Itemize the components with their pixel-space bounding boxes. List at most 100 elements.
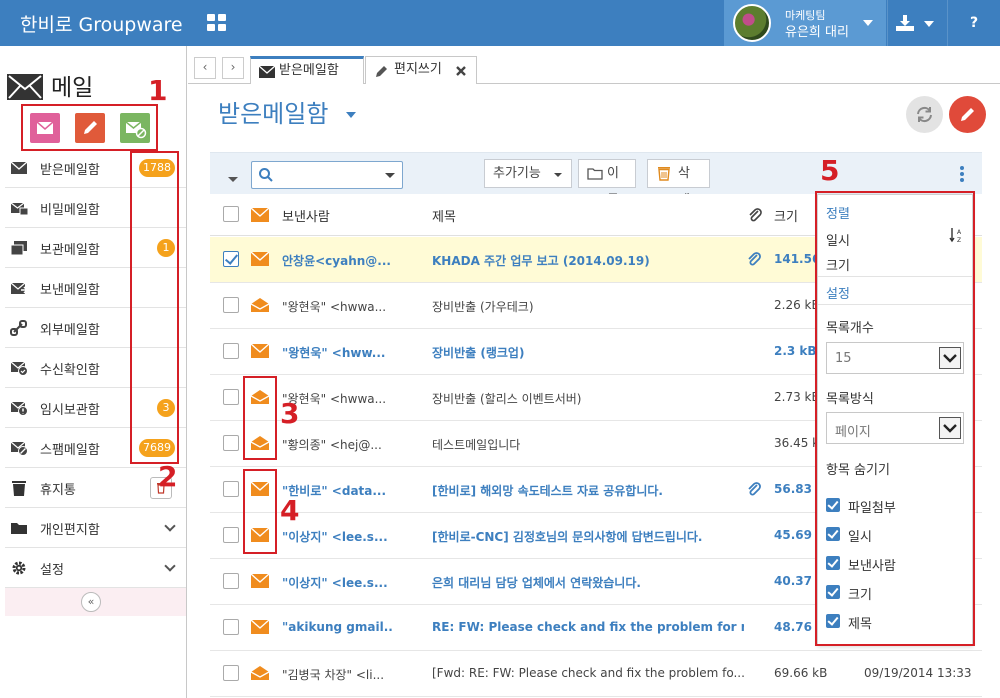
sender-cell[interactable]: "김병국 차장" <li... (282, 666, 394, 683)
table-row[interactable]: "김병국 차장" <li... [Fwd: RE: FW: Please chec… (210, 651, 982, 697)
unread-mail-icon[interactable] (251, 344, 269, 358)
size-cell: 48.76 (774, 620, 812, 634)
annotation-number-2: 2 (158, 460, 178, 493)
page-title[interactable]: 받은메일함 (218, 94, 328, 129)
sender-cell[interactable]: "왕현욱" <hwwa... (282, 298, 394, 315)
more-functions-label: 추가기능 (493, 166, 541, 181)
help-button[interactable]: ? (947, 0, 1000, 46)
select-dropdown-icon[interactable] (227, 176, 239, 184)
chevron-down-icon[interactable] (164, 560, 176, 572)
opened-mail-icon[interactable] (251, 666, 269, 680)
row-checkbox[interactable] (223, 573, 239, 589)
subject-cell[interactable]: 장비반출 (할리스 이벤트서버) (432, 390, 744, 407)
annotation-box-4 (243, 469, 277, 554)
sidebar-item-label: 휴지통 (40, 483, 76, 498)
subject-cell[interactable]: 장비반출 (가우테크) (432, 298, 744, 315)
sender-cell[interactable]: "왕현욱" <hww... (282, 344, 394, 361)
pencil-icon (376, 66, 387, 77)
subject-cell[interactable]: 은희 대리님 담당 업체에서 연락왔습니다. (432, 574, 744, 591)
spam-icon (10, 441, 28, 456)
size-cell: 141.56 (774, 252, 821, 266)
collapse-sidebar-button[interactable]: « (81, 592, 101, 612)
mail-app-icon (7, 74, 43, 100)
search-input[interactable] (251, 161, 403, 189)
tab-bar: ‹ › 받은메일함 편지쓰기 (188, 46, 1000, 85)
subject-cell[interactable]: [한비로-CNC] 김정호님의 문의사항에 답변드립니다. (432, 528, 744, 545)
tab-label: 받은메일함 (279, 63, 339, 78)
size-cell: 2.26 kB (774, 298, 820, 312)
inbox-icon (10, 161, 28, 174)
row-checkbox[interactable] (223, 343, 239, 359)
sidebar-item-label: 비밀메일함 (40, 203, 100, 218)
sidebar-item-settings[interactable]: 설정 (5, 548, 186, 588)
row-checkbox[interactable] (223, 527, 239, 543)
tab-next-button[interactable]: › (222, 57, 244, 79)
column-subject[interactable]: 제목 (432, 206, 456, 225)
annotation-number-4: 4 (280, 494, 300, 527)
tab-label: 편지쓰기 (394, 62, 442, 77)
tab-prev-button[interactable]: ‹ (194, 57, 216, 79)
close-icon[interactable] (455, 65, 467, 77)
row-checkbox[interactable] (223, 251, 239, 267)
subject-cell[interactable]: [Fwd: RE: FW: Please check and fix the p… (432, 666, 744, 680)
link-icon (10, 320, 27, 336)
attachment-icon[interactable] (746, 480, 762, 498)
sent-icon (10, 282, 28, 294)
row-checkbox[interactable] (223, 481, 239, 497)
subject-cell[interactable]: KHADA 주간 업무 보고 (2014.09.19) (432, 252, 744, 269)
more-functions-button[interactable]: 추가기능 (484, 159, 572, 188)
download-button[interactable] (887, 0, 947, 46)
row-checkbox[interactable] (223, 389, 239, 405)
app-grid-icon[interactable] (207, 14, 227, 32)
attachment-icon[interactable] (746, 250, 762, 268)
row-checkbox[interactable] (223, 297, 239, 313)
sender-cell[interactable]: "이상지" <lee.s... (282, 574, 394, 591)
column-sender[interactable]: 보낸사람 (282, 206, 330, 225)
sender-cell[interactable]: "황의종" <hej@... (282, 436, 394, 453)
delete-button[interactable]: 삭제 (647, 159, 710, 208)
chevron-down-icon[interactable] (346, 112, 356, 118)
subject-cell[interactable]: 테스트메일입니다 (432, 436, 744, 453)
refresh-icon (917, 106, 932, 123)
user-caret-icon (863, 20, 873, 26)
date-cell: 09/19/2014 13:33 (864, 666, 972, 680)
app-title-label: 메일 (51, 75, 94, 101)
subject-cell[interactable]: RE: FW: Please check and fix the problem… (432, 620, 744, 634)
opened-mail-icon[interactable] (251, 298, 269, 312)
row-checkbox[interactable] (223, 619, 239, 635)
size-cell: 45.69 (774, 528, 812, 542)
draft-icon (10, 401, 28, 416)
chevron-down-icon[interactable] (164, 520, 176, 532)
select-all-checkbox[interactable] (223, 206, 239, 222)
chevron-down-icon[interactable] (384, 172, 396, 180)
more-options-icon[interactable] (960, 166, 964, 182)
brand-title[interactable]: 한비로 Groupware (20, 10, 183, 37)
size-cell: 36.45 k (774, 436, 820, 450)
row-checkbox[interactable] (223, 435, 239, 451)
subject-cell[interactable]: [한비로] 해외망 속도테스트 자료 공유합니다. (432, 482, 744, 499)
sidebar-item-label: 외부메일함 (40, 323, 100, 338)
unread-mail-icon[interactable] (251, 574, 269, 588)
lock-mail-icon (10, 202, 28, 216)
column-size[interactable]: 크기 (774, 206, 798, 225)
sidebar-item-label: 받은메일함 (40, 163, 100, 178)
unread-mail-icon[interactable] (251, 620, 269, 634)
sidebar-item-personal[interactable]: 개인편지함 (5, 508, 186, 548)
sidebar-item-label: 설정 (40, 563, 64, 578)
sidebar-item-label: 스팸메일함 (40, 443, 100, 458)
subject-cell[interactable]: 장비반출 (랭크업) (432, 344, 744, 361)
compose-button[interactable] (949, 96, 986, 133)
tab-compose[interactable]: 편지쓰기 (365, 56, 477, 84)
gear-icon (12, 561, 26, 575)
sender-cell[interactable]: "akikung gmail... (282, 620, 394, 634)
row-checkbox[interactable] (223, 665, 239, 681)
user-menu[interactable]: 마케팅팀 유은희 대리 (724, 0, 886, 46)
annotation-box-1 (21, 104, 158, 151)
move-button[interactable]: 이동 (578, 159, 636, 208)
sender-cell[interactable]: 안창윤<cyahn@... (282, 252, 394, 269)
trash-icon (12, 481, 26, 496)
sender-cell[interactable]: "이상지" <lee.s... (282, 528, 394, 545)
unread-mail-icon[interactable] (251, 252, 269, 266)
refresh-button[interactable] (906, 96, 943, 133)
tab-inbox[interactable]: 받은메일함 (250, 56, 364, 85)
